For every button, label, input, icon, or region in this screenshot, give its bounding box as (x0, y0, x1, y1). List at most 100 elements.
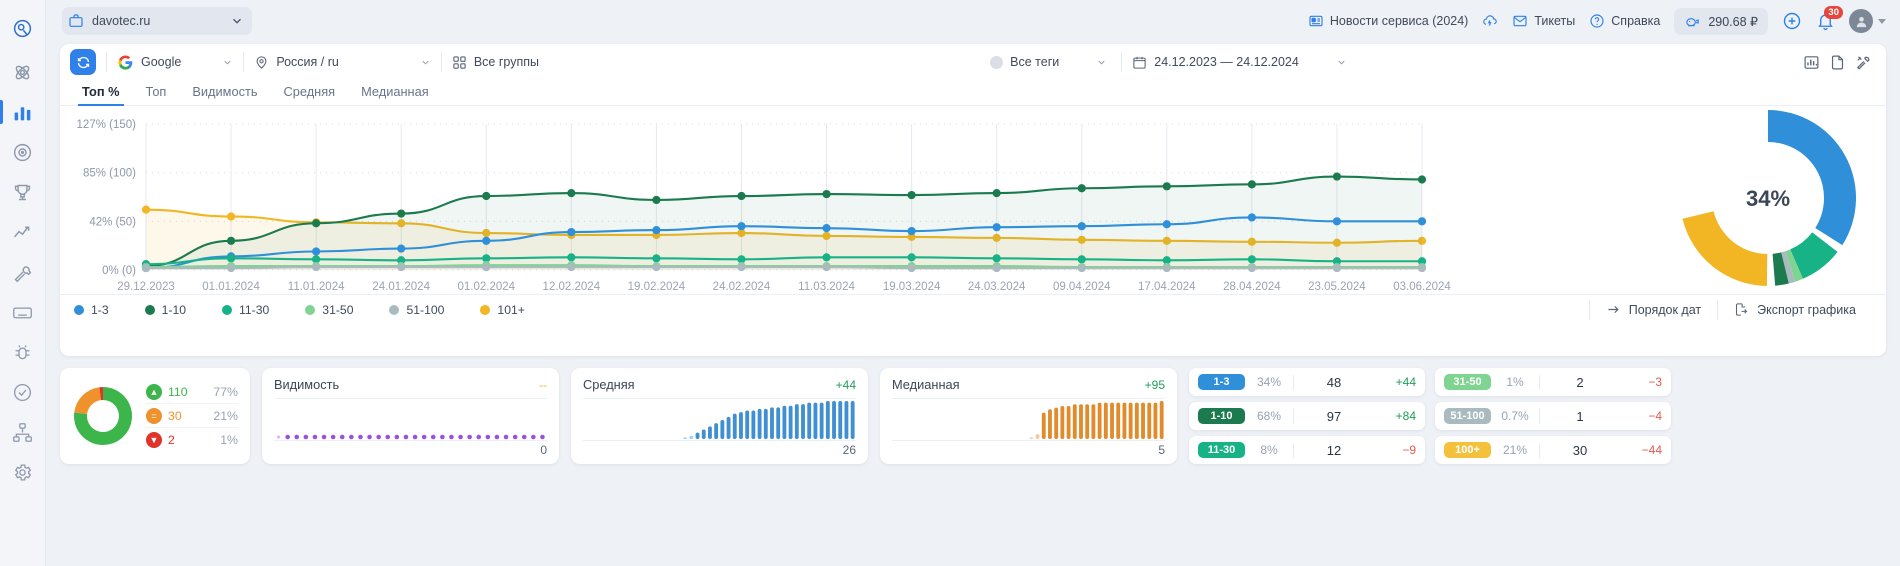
chevron-down-icon (1096, 57, 1107, 68)
user-menu[interactable] (1849, 9, 1886, 33)
svg-text:24.03.2024: 24.03.2024 (968, 281, 1026, 293)
region-filter[interactable]: Россия / ru (254, 55, 431, 70)
tab-median[interactable]: Медианная (349, 84, 441, 105)
legend-item-31-50[interactable]: 31-50 (305, 303, 353, 317)
sidebar-item-positions[interactable] (0, 92, 43, 132)
chip-row-1-10[interactable]: 1-10 68% 97 +84 (1189, 402, 1425, 430)
sidebar-item-tools[interactable] (3, 252, 43, 292)
chip-badge: 100+ (1444, 442, 1491, 458)
export-chart-label: Экспорт графика (1757, 302, 1856, 317)
question-circle-icon (1589, 13, 1605, 29)
notifications-button[interactable]: 30 (1816, 5, 1843, 31)
metric-card-visibility: Видимость -- 0 (262, 368, 559, 464)
grid-icon (452, 55, 467, 70)
chip-row-100-plus[interactable]: 100+ 21% 30 −44 (1435, 436, 1671, 464)
tab-top[interactable]: Топ (134, 84, 179, 105)
tags-filter[interactable]: Все теги (990, 55, 1107, 69)
chip-badge: 1-10 (1198, 408, 1245, 424)
chip-row-51-100[interactable]: 51-100 0.7% 1 −4 (1435, 402, 1671, 430)
date-range-filter[interactable]: 24.12.2023 — 24.12.2024 (1132, 55, 1347, 70)
sidebar-item-analytics[interactable] (3, 132, 43, 172)
top3-donut-chart[interactable]: 34% (1668, 106, 1868, 302)
news-icon (1308, 13, 1324, 29)
sidebar-item-atom[interactable] (3, 52, 43, 92)
add-funds-button[interactable] (1782, 11, 1802, 31)
chip-badge: 11-30 (1198, 442, 1245, 458)
svg-text:24.01.2024: 24.01.2024 (372, 281, 430, 293)
arrow-right-icon (1606, 302, 1621, 317)
main-panel: Google Россия / ru Все группы Все теги 2… (60, 44, 1886, 356)
plus-circle-icon (1782, 11, 1802, 31)
chip-badge: 51-100 (1444, 408, 1491, 424)
piggy-bank-icon (1684, 13, 1701, 30)
chevron-down-icon (1336, 57, 1347, 68)
sidebar-item-bug[interactable] (3, 332, 43, 372)
legend-item-51-100[interactable]: 51-100 (389, 303, 444, 317)
positions-line-chart[interactable]: 127% (150) 85% (100) 42% (50) 0% (0) 29.12.2… (66, 110, 1452, 310)
tools-icon[interactable] (1850, 49, 1876, 75)
metric-card-median: Медианная +95 5 (880, 368, 1177, 464)
chip-row-31-50[interactable]: 31-50 1% 2 −3 (1435, 368, 1671, 396)
legend-item-11-30[interactable]: 11-30 (222, 303, 269, 317)
balance-button[interactable]: 290.68 ₽ (1674, 7, 1768, 35)
legend-label: 1-10 (161, 302, 187, 317)
chip-row-1-3[interactable]: 1-3 34% 48 +44 (1189, 368, 1425, 396)
metric-delta: +44 (835, 378, 856, 392)
arrow-up-circle-icon: ▲ (146, 383, 162, 400)
date-order-label: Порядок дат (1628, 302, 1702, 317)
chip-count: 97 (1326, 408, 1342, 424)
chip-count: 1 (1576, 408, 1584, 424)
metric-title: Медианная (892, 377, 960, 392)
chip-badge: 1-3 (1198, 374, 1245, 390)
site-picker[interactable]: davotec.ru (62, 7, 252, 35)
chart-bars-icon[interactable] (1798, 49, 1824, 75)
sidebar-item-settings[interactable] (3, 452, 43, 492)
app-logo[interactable] (3, 8, 43, 48)
svg-text:12.02.2024: 12.02.2024 (543, 281, 601, 293)
refresh-icon (76, 55, 91, 70)
sidebar-item-competitors[interactable] (3, 172, 43, 212)
chart-legend-row: 1-3 1-10 11-30 31-50 51-100 101+ Порядок… (60, 294, 1886, 324)
cloud-status-button[interactable] (1482, 13, 1498, 29)
refresh-button[interactable] (70, 49, 96, 75)
sidebar-item-keyboard[interactable] (3, 292, 43, 332)
groups-filter[interactable]: Все группы (452, 55, 539, 70)
search-engine-filter[interactable]: Google (117, 54, 233, 71)
divider (106, 52, 107, 72)
dynamics-rows: ▲ 110 77% = 30 21% ▼ 2 1% (146, 380, 238, 452)
chart-area: 127% (150) 85% (100) 42% (50) 0% (0) 29.12.2… (60, 106, 1886, 324)
chevron-down-icon (420, 57, 431, 68)
legend-item-1-10[interactable]: 1-10 (144, 302, 187, 317)
sidebar-item-structure[interactable] (3, 412, 43, 452)
svg-text:11.01.2024: 11.01.2024 (288, 281, 345, 293)
legend-label: 1-3 (91, 302, 109, 317)
help-label: Справка (1611, 14, 1661, 28)
median-sparkline (1029, 401, 1164, 439)
tab-visibility[interactable]: Видимость (180, 84, 269, 105)
svg-text:11.03.2024: 11.03.2024 (798, 281, 855, 293)
sidebar-item-trends[interactable] (3, 212, 43, 252)
tab-top-percent[interactable]: Топ % (70, 84, 132, 106)
metric-delta: +95 (1144, 378, 1165, 392)
chip-row-11-30[interactable]: 11-30 8% 12 −9 (1189, 436, 1425, 464)
legend-label: 101+ (497, 302, 525, 317)
metric-delta: -- (539, 378, 547, 392)
tickets-link[interactable]: Тикеты (1512, 13, 1575, 29)
metric-title: Средняя (583, 377, 635, 392)
legend-item-1-3[interactable]: 1-3 (74, 303, 109, 317)
news-link[interactable]: Новости сервиса (2024) (1308, 13, 1468, 29)
export-chart-button[interactable]: Экспорт графика (1718, 302, 1872, 317)
legend-item-101-plus[interactable]: 101+ (480, 302, 525, 317)
sidebar-item-audit[interactable] (3, 372, 43, 412)
svg-text:24.02.2024: 24.02.2024 (713, 281, 771, 293)
chip-percent: 34% (1256, 375, 1282, 389)
equals-circle-icon: = (146, 407, 162, 424)
tab-average[interactable]: Средняя (272, 84, 348, 105)
svg-text:09.04.2024: 09.04.2024 (1053, 281, 1111, 293)
help-link[interactable]: Справка (1589, 13, 1660, 29)
svg-text:42% (50): 42% (50) (89, 216, 136, 228)
chip-delta: −4 (1648, 409, 1662, 423)
date-order-button[interactable]: Порядок дат (1590, 302, 1717, 317)
copy-page-icon[interactable] (1824, 49, 1850, 75)
svg-text:19.02.2024: 19.02.2024 (628, 281, 686, 293)
